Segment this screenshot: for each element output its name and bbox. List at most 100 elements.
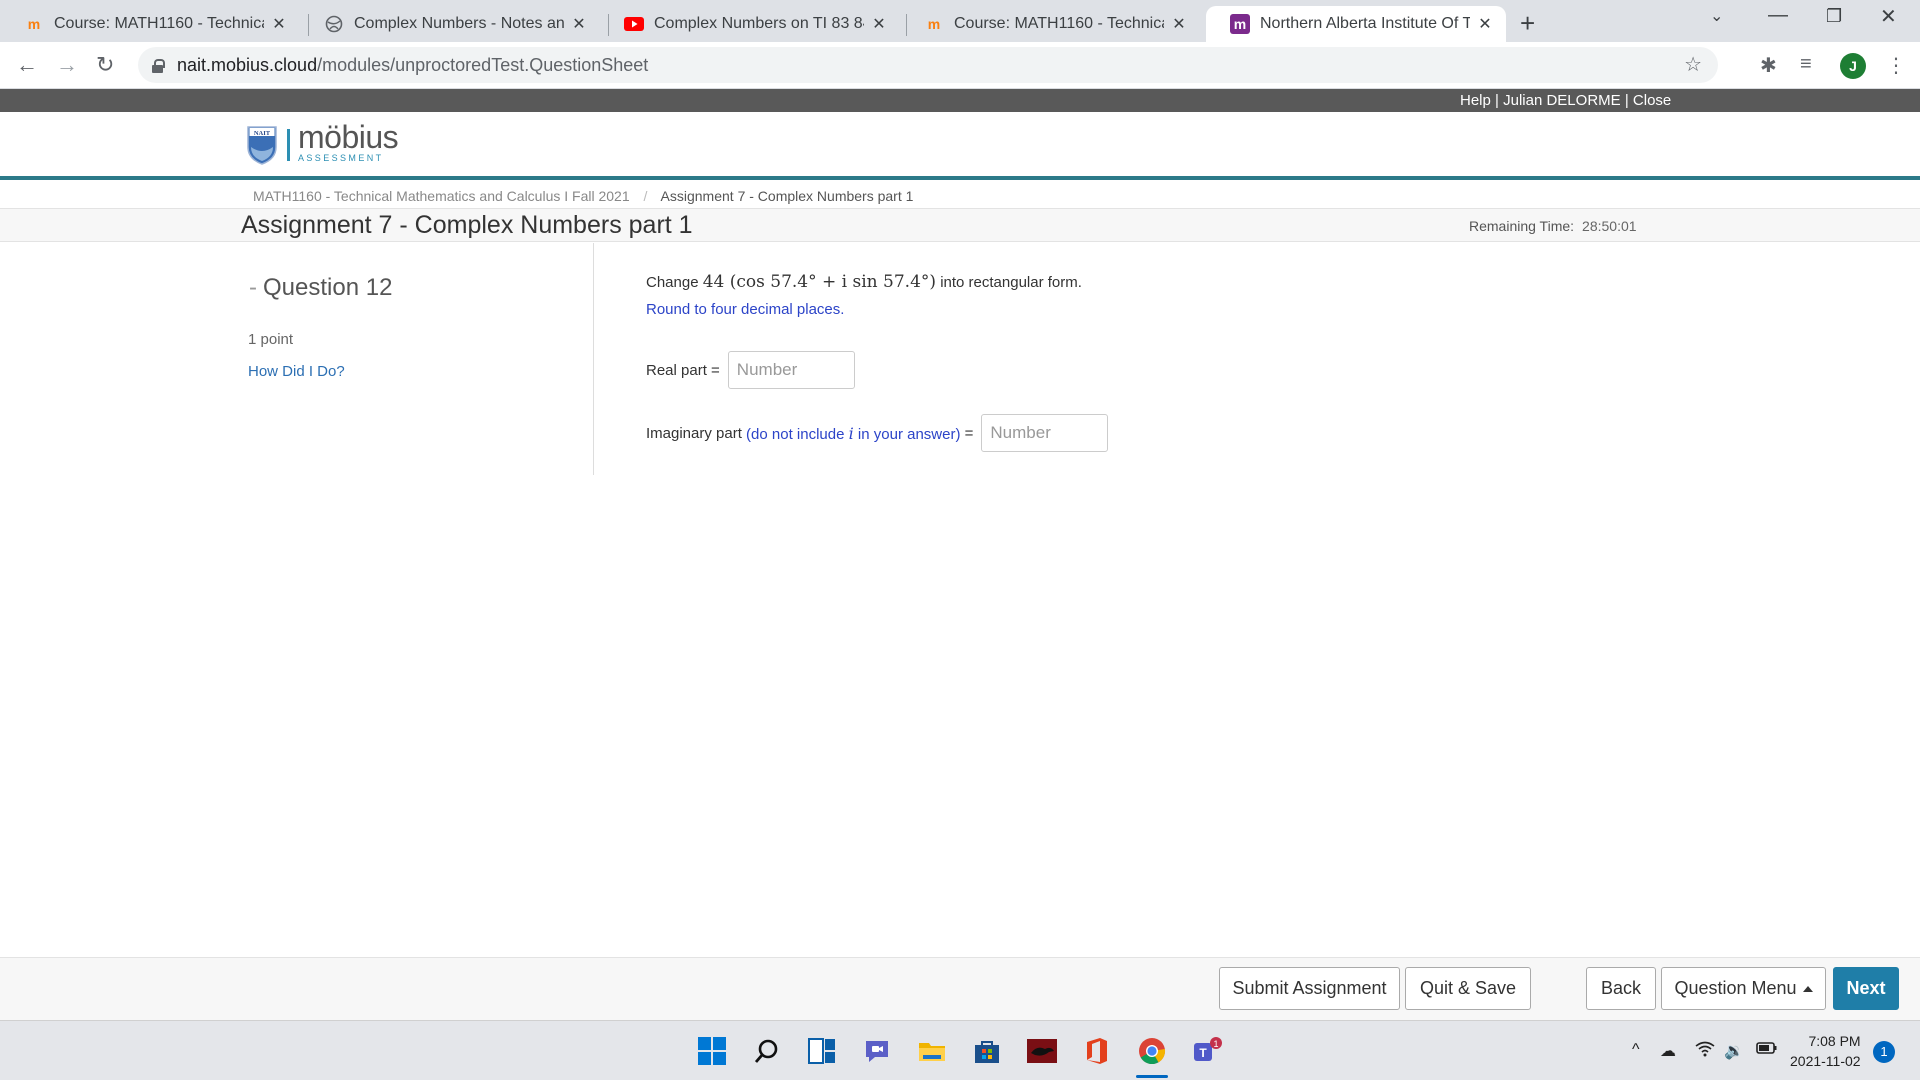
close-icon[interactable]: ✕ [1170, 14, 1188, 34]
collapse-dash: - [249, 274, 257, 301]
close-icon[interactable]: ✕ [570, 14, 588, 34]
system-clock[interactable]: 7:08 PM 2021-11-02 [1790, 1031, 1861, 1071]
taskbar: T1 ^ ☁ 🔉 7:08 PM 2021-11-02 1 [0, 1020, 1920, 1080]
task-view-icon[interactable] [806, 1035, 838, 1067]
real-part-label: Real part = [646, 361, 720, 379]
back-arrow-icon[interactable]: ← [16, 52, 38, 78]
browser-tab-active[interactable]: m Northern Alberta Institute Of Tec ✕ [1206, 6, 1506, 42]
lock-icon [152, 58, 165, 73]
question-prompt: Change 44 (cos 57.4° + i sin 57.4°) into… [646, 272, 1082, 292]
teams-icon[interactable]: T1 [1191, 1035, 1223, 1067]
real-part-row: Real part = [646, 351, 855, 389]
app-icon[interactable] [1026, 1035, 1058, 1067]
youtube-icon [624, 14, 644, 34]
address-bar[interactable]: nait.mobius.cloud/modules/unproctoredTes… [138, 47, 1718, 83]
tab-title: Complex Numbers on TI 83 84 Ca [654, 15, 864, 32]
top-user-bar: Help | Julian DELORME | Close [0, 89, 1920, 112]
tab-title: Course: MATH1160 - Technical M [954, 15, 1164, 32]
equals-sign: = [964, 424, 974, 442]
user-name: Julian DELORME [1503, 92, 1621, 109]
separator: | [1495, 92, 1499, 109]
next-button[interactable]: Next [1833, 967, 1899, 1010]
breadcrumb-current: Assignment 7 - Complex Numbers part 1 [660, 188, 914, 204]
globe-icon [324, 14, 344, 34]
quit-save-button[interactable]: Quit & Save [1405, 967, 1531, 1010]
imaginary-part-row: Imaginary part (do not include i in your… [646, 414, 1109, 452]
notification-badge[interactable]: 1 [1873, 1041, 1895, 1063]
extensions-icon[interactable]: ✱ [1760, 53, 1777, 78]
browser-toolbar: ← → ↻ nait.mobius.cloud/modules/unprocto… [0, 42, 1920, 89]
menu-kebab-icon[interactable]: ⋮ [1886, 53, 1906, 78]
remaining-time: Remaining Time: 28:50:01 [1469, 218, 1637, 234]
submit-assignment-button[interactable]: Submit Assignment [1219, 967, 1400, 1010]
tab-title: Complex Numbers - Notes and E [354, 15, 564, 32]
browser-tab-strip: m Course: MATH1160 - Technical M ✕ Compl… [0, 0, 1920, 42]
imaginary-note: (do not include i in your answer) [746, 423, 961, 443]
mobius-logo-subtitle: ASSESSMENT [298, 153, 384, 163]
close-icon[interactable]: ✕ [270, 14, 288, 34]
moodle-icon: m [27, 16, 41, 32]
new-tab-button[interactable]: + [1520, 8, 1535, 39]
url-text: nait.mobius.cloud/modules/unproctoredTes… [177, 54, 649, 75]
question-number: Question 12 [263, 274, 393, 301]
chevron-up-icon[interactable]: ^ [1632, 1041, 1640, 1059]
question-menu-label: Question Menu [1674, 978, 1797, 998]
search-icon[interactable] [751, 1035, 783, 1067]
profile-avatar[interactable]: J [1840, 53, 1866, 79]
restore-button[interactable]: ❐ [1826, 6, 1842, 27]
moodle-icon: m [927, 16, 941, 32]
wifi-icon[interactable] [1695, 1041, 1715, 1062]
minimize-button[interactable]: — [1768, 4, 1788, 27]
question-heading[interactable]: - Question 12 [249, 274, 392, 302]
footer-bar: Submit Assignment Quit & Save Back Quest… [0, 957, 1920, 1020]
bookmark-star-icon[interactable]: ☆ [1684, 52, 1702, 77]
tab-search-icon[interactable]: ⌄ [1710, 6, 1723, 26]
shield-label: NAIT [254, 130, 271, 137]
active-app-indicator [1136, 1075, 1168, 1078]
tab-title: Northern Alberta Institute Of Tec [1260, 15, 1470, 32]
prompt-tail: into rectangular form. [940, 274, 1082, 291]
svg-text:T: T [1199, 1046, 1207, 1060]
page-title: Assignment 7 - Complex Numbers part 1 [241, 211, 693, 239]
title-bar: Assignment 7 - Complex Numbers part 1 Re… [0, 208, 1920, 242]
tab-title: Course: MATH1160 - Technical M [54, 15, 264, 32]
close-link[interactable]: Close [1633, 92, 1671, 109]
separator: | [1624, 92, 1629, 109]
caret-up-icon [1802, 985, 1813, 992]
back-button[interactable]: Back [1586, 967, 1656, 1010]
chrome-icon[interactable] [1136, 1035, 1168, 1067]
browser-tab[interactable]: m Course: MATH1160 - Technical M ✕ [0, 6, 300, 42]
nait-shield-logo: NAIT [247, 126, 277, 165]
imaginary-part-input[interactable] [981, 414, 1109, 452]
remaining-time-value: 28:50:01 [1582, 218, 1637, 234]
onedrive-icon[interactable]: ☁ [1660, 1041, 1676, 1061]
office-icon[interactable] [1081, 1035, 1113, 1067]
battery-icon[interactable] [1756, 1041, 1778, 1060]
chat-icon[interactable] [861, 1035, 893, 1067]
question-menu-button[interactable]: Question Menu [1661, 967, 1826, 1010]
browser-tab[interactable]: m Course: MATH1160 - Technical M ✕ [900, 6, 1200, 42]
media-control-icon[interactable]: ≡ [1800, 53, 1812, 76]
store-icon[interactable] [971, 1035, 1003, 1067]
reload-icon[interactable]: ↻ [96, 52, 114, 78]
breadcrumb-separator: / [643, 188, 648, 204]
close-icon[interactable]: ✕ [870, 14, 888, 34]
logo-divider [287, 129, 290, 161]
window-close-button[interactable]: ✕ [1880, 4, 1897, 29]
how-did-i-do-link[interactable]: How Did I Do? [248, 363, 345, 380]
help-link[interactable]: Help [1460, 92, 1491, 109]
real-part-input[interactable] [727, 351, 855, 389]
breadcrumb: MATH1160 - Technical Mathematics and Cal… [253, 188, 913, 204]
close-icon[interactable]: ✕ [1476, 14, 1494, 34]
rounding-hint: Round to four decimal places. [646, 301, 845, 318]
mobius-logo-text: möbius [298, 119, 399, 155]
teams-badge: 1 [1213, 1039, 1218, 1049]
breadcrumb-course[interactable]: MATH1160 - Technical Mathematics and Cal… [253, 188, 630, 204]
browser-tab[interactable]: Complex Numbers - Notes and E ✕ [300, 6, 600, 42]
browser-tab[interactable]: Complex Numbers on TI 83 84 Ca ✕ [600, 6, 900, 42]
forward-arrow-icon[interactable]: → [56, 52, 78, 78]
mobius-icon: m [1230, 14, 1250, 34]
volume-icon[interactable]: 🔉 [1724, 1041, 1744, 1061]
file-explorer-icon[interactable] [916, 1035, 948, 1067]
windows-start-icon[interactable] [696, 1035, 728, 1067]
